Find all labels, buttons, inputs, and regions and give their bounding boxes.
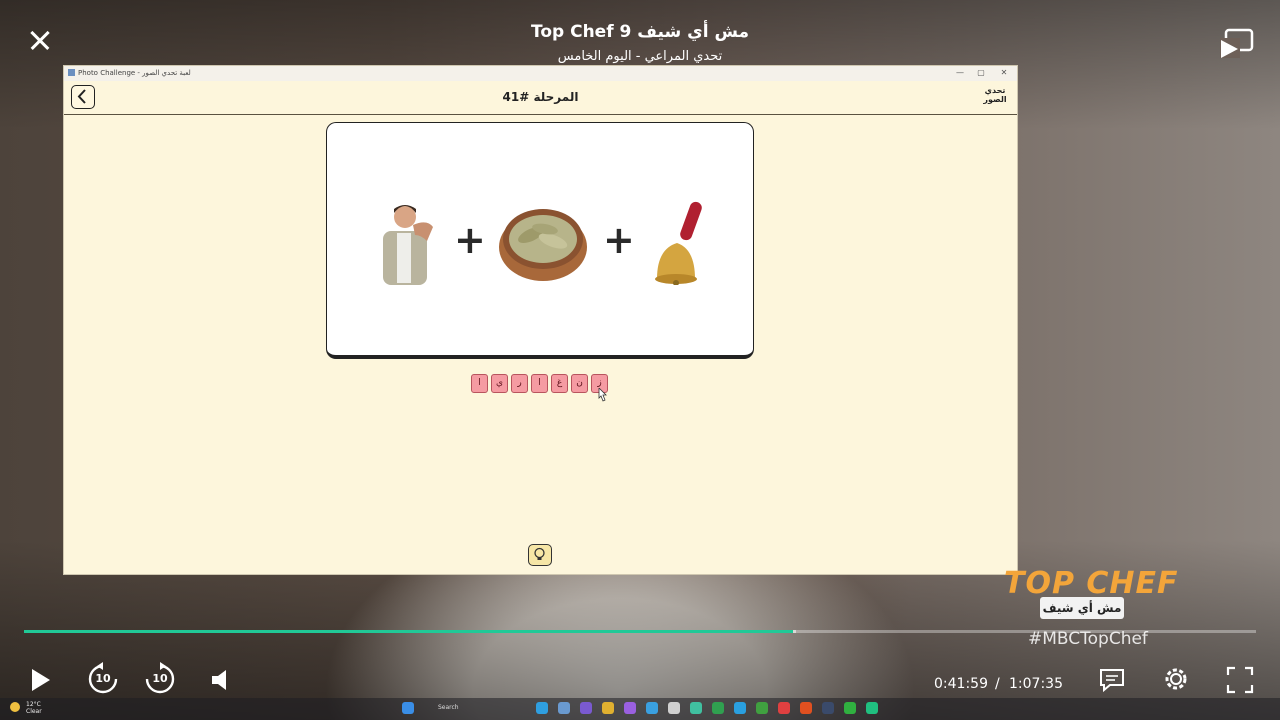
episode-subtitle: تحدي المراعي - اليوم الخامس bbox=[557, 49, 723, 64]
app-header: المرحلة #41 تحدي الصور bbox=[64, 81, 1017, 115]
window-title: Photo Challenge - لعبة تحدي الصور bbox=[78, 69, 191, 77]
taskbar-app-icon[interactable] bbox=[756, 702, 768, 714]
letter-tile[interactable]: ا bbox=[471, 374, 488, 393]
minimize-button[interactable]: — bbox=[953, 67, 967, 79]
seek-bar[interactable] bbox=[24, 630, 1256, 633]
subtitles-icon[interactable] bbox=[1098, 667, 1126, 693]
windows-taskbar: 12°C Clear Search bbox=[0, 698, 1280, 720]
telegram-icon[interactable] bbox=[734, 702, 746, 714]
window-titlebar[interactable]: Photo Challenge - لعبة تحدي الصور — ▢ ✕ bbox=[64, 66, 1017, 81]
letter-tile[interactable]: ن bbox=[571, 374, 588, 393]
stage-title: المرحلة #41 bbox=[502, 90, 579, 104]
lightbulb-icon bbox=[534, 547, 545, 560]
episode-title: Top Chef مش أي شيف 9 bbox=[531, 22, 749, 42]
photo-challenge-window: Photo Challenge - لعبة تحدي الصور — ▢ ✕ … bbox=[64, 66, 1017, 574]
taskbar-app-icon[interactable] bbox=[580, 702, 592, 714]
bay-leaves-bowl-image bbox=[499, 209, 587, 281]
letter-tile[interactable]: ر bbox=[511, 374, 528, 393]
brave-icon[interactable] bbox=[800, 702, 812, 714]
duration: 1:07:35 bbox=[1009, 676, 1063, 692]
taskbar-app-icon[interactable] bbox=[690, 702, 702, 714]
maximize-button[interactable]: ▢ bbox=[974, 67, 988, 79]
taskbar-app-icon[interactable] bbox=[668, 702, 680, 714]
mouse-cursor-icon bbox=[598, 388, 607, 402]
play-icon[interactable] bbox=[28, 666, 54, 694]
search-box[interactable]: Search bbox=[438, 704, 459, 711]
puzzle-card: + + bbox=[326, 122, 754, 359]
window-close-button[interactable]: ✕ bbox=[997, 67, 1011, 79]
settings-gear-icon[interactable] bbox=[1160, 663, 1192, 695]
rewind-10-label: 10 bbox=[95, 672, 111, 685]
cast-icon[interactable] bbox=[1218, 28, 1254, 60]
taskbar-app-icon[interactable] bbox=[558, 702, 570, 714]
close-player-icon[interactable] bbox=[26, 26, 54, 54]
hand-bell-image bbox=[655, 201, 702, 285]
fullscreen-icon[interactable] bbox=[1226, 666, 1254, 694]
top-chef-logo: TOP CHEF bbox=[1004, 566, 1179, 601]
plus-icon: + bbox=[603, 218, 635, 262]
volume-icon[interactable] bbox=[210, 668, 230, 692]
xbox-icon[interactable] bbox=[844, 702, 856, 714]
letter-tiles: ا ي ر ا غ ن ز bbox=[471, 374, 608, 393]
app-icon bbox=[68, 69, 75, 76]
taskbar-app-icon[interactable] bbox=[866, 702, 878, 714]
plus-icon: + bbox=[454, 218, 486, 262]
file-explorer-icon[interactable] bbox=[602, 702, 614, 714]
chrome-icon[interactable] bbox=[778, 702, 790, 714]
current-time: 0:41:59 bbox=[934, 676, 988, 692]
played-bar bbox=[24, 630, 793, 633]
person-shouting-image bbox=[383, 205, 433, 285]
hint-button[interactable] bbox=[528, 544, 552, 566]
brand-subtitle: مش أي شيف bbox=[1040, 597, 1124, 619]
letter-tile[interactable]: ي bbox=[491, 374, 508, 393]
temperature: 12°C bbox=[26, 701, 41, 708]
start-icon[interactable] bbox=[402, 702, 414, 714]
letter-tile[interactable]: ا bbox=[531, 374, 548, 393]
steam-icon[interactable] bbox=[822, 702, 834, 714]
taskbar-app-icon[interactable] bbox=[624, 702, 636, 714]
excel-icon[interactable] bbox=[712, 702, 724, 714]
time-separator: / bbox=[995, 676, 1000, 692]
letter-tile[interactable]: غ bbox=[551, 374, 568, 393]
weather-condition: Clear bbox=[26, 708, 42, 715]
app-logo: تحدي الصور bbox=[983, 86, 1007, 104]
forward-10-label: 10 bbox=[152, 672, 168, 685]
moon-icon bbox=[10, 702, 20, 712]
edge-icon[interactable] bbox=[536, 702, 548, 714]
taskbar-app-icon[interactable] bbox=[646, 702, 658, 714]
